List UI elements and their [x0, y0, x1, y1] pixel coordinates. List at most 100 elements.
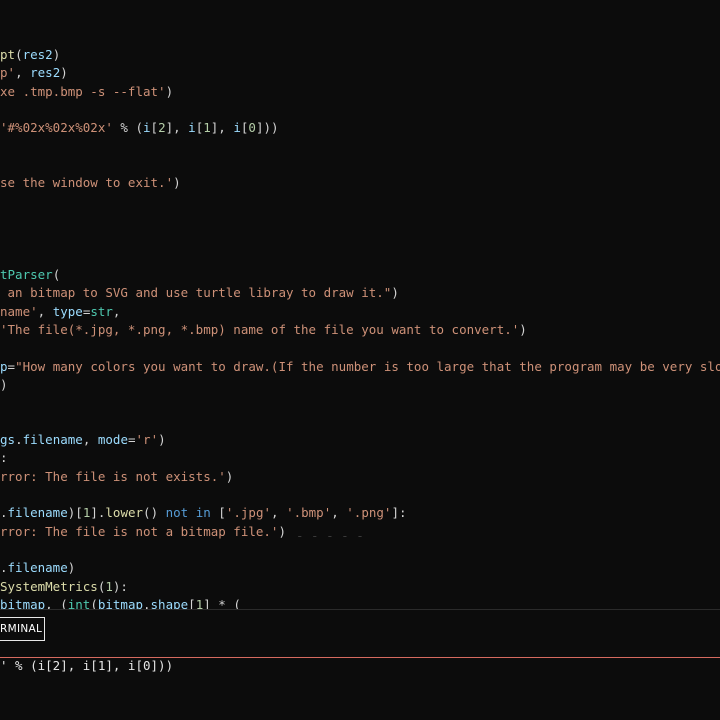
code-token: name' — [0, 303, 38, 319]
code-token: not in — [165, 505, 211, 521]
code-token: , — [112, 303, 121, 319]
code-token: 1 — [203, 120, 211, 136]
ghost-text: - - - - - — [296, 528, 364, 543]
code-line: : — [0, 449, 8, 467]
code-token: = — [7, 358, 16, 374]
code-token: i — [233, 120, 241, 136]
code-line: se the window to exit.') — [0, 174, 181, 192]
code-token: ( — [52, 267, 61, 282]
code-line: ) — [0, 376, 8, 394]
code-line: pt(res2) — [0, 46, 60, 64]
code-token: lower — [105, 505, 144, 521]
code-token: p' — [0, 65, 16, 81]
code-token: ) — [67, 560, 76, 576]
code-token: '.png' — [346, 505, 392, 521]
code-token: ] * ( — [203, 596, 241, 609]
code-line: name', type=str, — [0, 303, 120, 321]
code-token: . — [0, 505, 8, 521]
code-token: 1 — [105, 578, 113, 594]
code-token: '#%02x%02x%02x' — [0, 120, 113, 136]
code-token: ) — [60, 65, 68, 81]
code-token: ])) — [255, 120, 279, 136]
code-token: shape — [150, 596, 189, 609]
code-token: [ — [150, 120, 159, 136]
code-token: ( — [90, 596, 98, 609]
code-token: pt — [0, 47, 16, 62]
code-line: rror: The file is not exists.') — [0, 468, 233, 486]
vscode-window: pt(res2) p', res2) xe .tmp.bmp -s --flat')… — [0, 0, 720, 720]
code-token: bitmap — [0, 596, 46, 609]
code-token: : — [0, 450, 8, 466]
code-line: .filename) — [0, 559, 75, 577]
code-token: 'The file(*.jpg, *.png, *.bmp) name of t… — [0, 321, 520, 337]
code-token: . — [143, 596, 151, 609]
code-token: bitmap — [97, 596, 143, 609]
code-token: ) — [391, 285, 399, 301]
code-token: ): — [112, 578, 128, 594]
code-token: , — [37, 303, 53, 319]
code-token: int — [67, 596, 91, 609]
code-token: i — [188, 120, 196, 136]
code-editor[interactable]: pt(res2) p', res2) xe .tmp.bmp -s --flat')… — [0, 0, 720, 609]
code-line: p', res2) — [0, 64, 68, 82]
code-token: str — [90, 303, 113, 319]
code-token: res2 — [22, 47, 53, 62]
code-token: type — [52, 303, 83, 319]
code-line: '#%02x%02x%02x' % (i[2], i[1], i[0])) — [0, 119, 279, 137]
code-token: i — [143, 120, 151, 136]
code-line: gs.filename, mode='r') — [0, 431, 166, 449]
code-token: 0 — [248, 120, 256, 136]
code-token: gs — [0, 431, 16, 447]
terminal-panel[interactable]: ' % (i[2], i[1], i[0])) — [0, 658, 720, 720]
code-line: an bitmap to SVG and use turtle libray t… — [0, 284, 399, 302]
code-token: SystemMetrics — [0, 578, 98, 594]
code-token: ) — [165, 83, 174, 99]
code-token: filename — [22, 431, 83, 447]
code-line: bitmap, (int(bitmap.shape[1] * ( — [0, 596, 241, 609]
code-token: [ — [188, 596, 196, 609]
code-token: ) — [278, 523, 286, 539]
code-token: ) — [173, 175, 181, 191]
code-token: ) — [158, 431, 166, 447]
code-token: , ( — [45, 596, 68, 609]
code-line: 'The file(*.jpg, *.png, *.bmp) name of t… — [0, 321, 527, 339]
terminal-output-line: ' % (i[2], i[1], i[0])) — [0, 658, 174, 673]
code-line: SystemMetrics(1): — [0, 578, 128, 596]
code-token: 'r' — [135, 431, 159, 447]
code-token: ]: — [391, 505, 407, 521]
code-token: ) — [52, 47, 61, 62]
code-token: . — [15, 431, 23, 447]
code-token: )[ — [67, 505, 83, 521]
code-token: ) — [225, 468, 234, 484]
code-token: ], — [165, 120, 189, 136]
code-token: . — [0, 560, 8, 576]
code-token: "How many colors you want to draw.(If th… — [15, 358, 720, 374]
code-token: , — [271, 505, 287, 521]
code-token: , — [331, 505, 347, 521]
code-token: ], — [210, 120, 234, 136]
code-token: filename — [7, 560, 68, 576]
code-token: p — [0, 358, 8, 374]
code-line: .filename)[1].lower() not in ['.jpg', '.… — [0, 504, 407, 522]
tab-terminal[interactable]: RMINAL — [0, 617, 46, 641]
code-line: tParser( — [0, 266, 60, 284]
panel-tab-bar: RMINAL — [0, 610, 720, 644]
code-token: rror: The file is not exists.' — [0, 468, 226, 484]
code-token: 2 — [158, 120, 166, 136]
code-token: an bitmap to SVG and use turtle libray t… — [0, 285, 392, 301]
code-token: () — [143, 505, 166, 521]
code-token: res2 — [30, 65, 61, 81]
code-token: = — [127, 431, 136, 447]
code-token: '.bmp' — [286, 505, 332, 521]
code-token: xe .tmp.bmp -s --flat' — [0, 83, 166, 99]
code-token: rror: The file is not a bitmap file.' — [0, 523, 279, 539]
code-token: '.jpg' — [225, 505, 271, 521]
code-line: rror: The file is not a bitmap file.') — [0, 523, 286, 541]
code-token: tParser — [0, 267, 53, 282]
code-line: xe .tmp.bmp -s --flat') — [0, 83, 173, 101]
code-token: ) — [519, 321, 527, 337]
code-line: p="How many colors you want to draw.(If … — [0, 358, 720, 376]
code-token: [ — [210, 505, 226, 521]
code-token: , — [15, 65, 31, 81]
code-token: ) — [0, 376, 8, 392]
